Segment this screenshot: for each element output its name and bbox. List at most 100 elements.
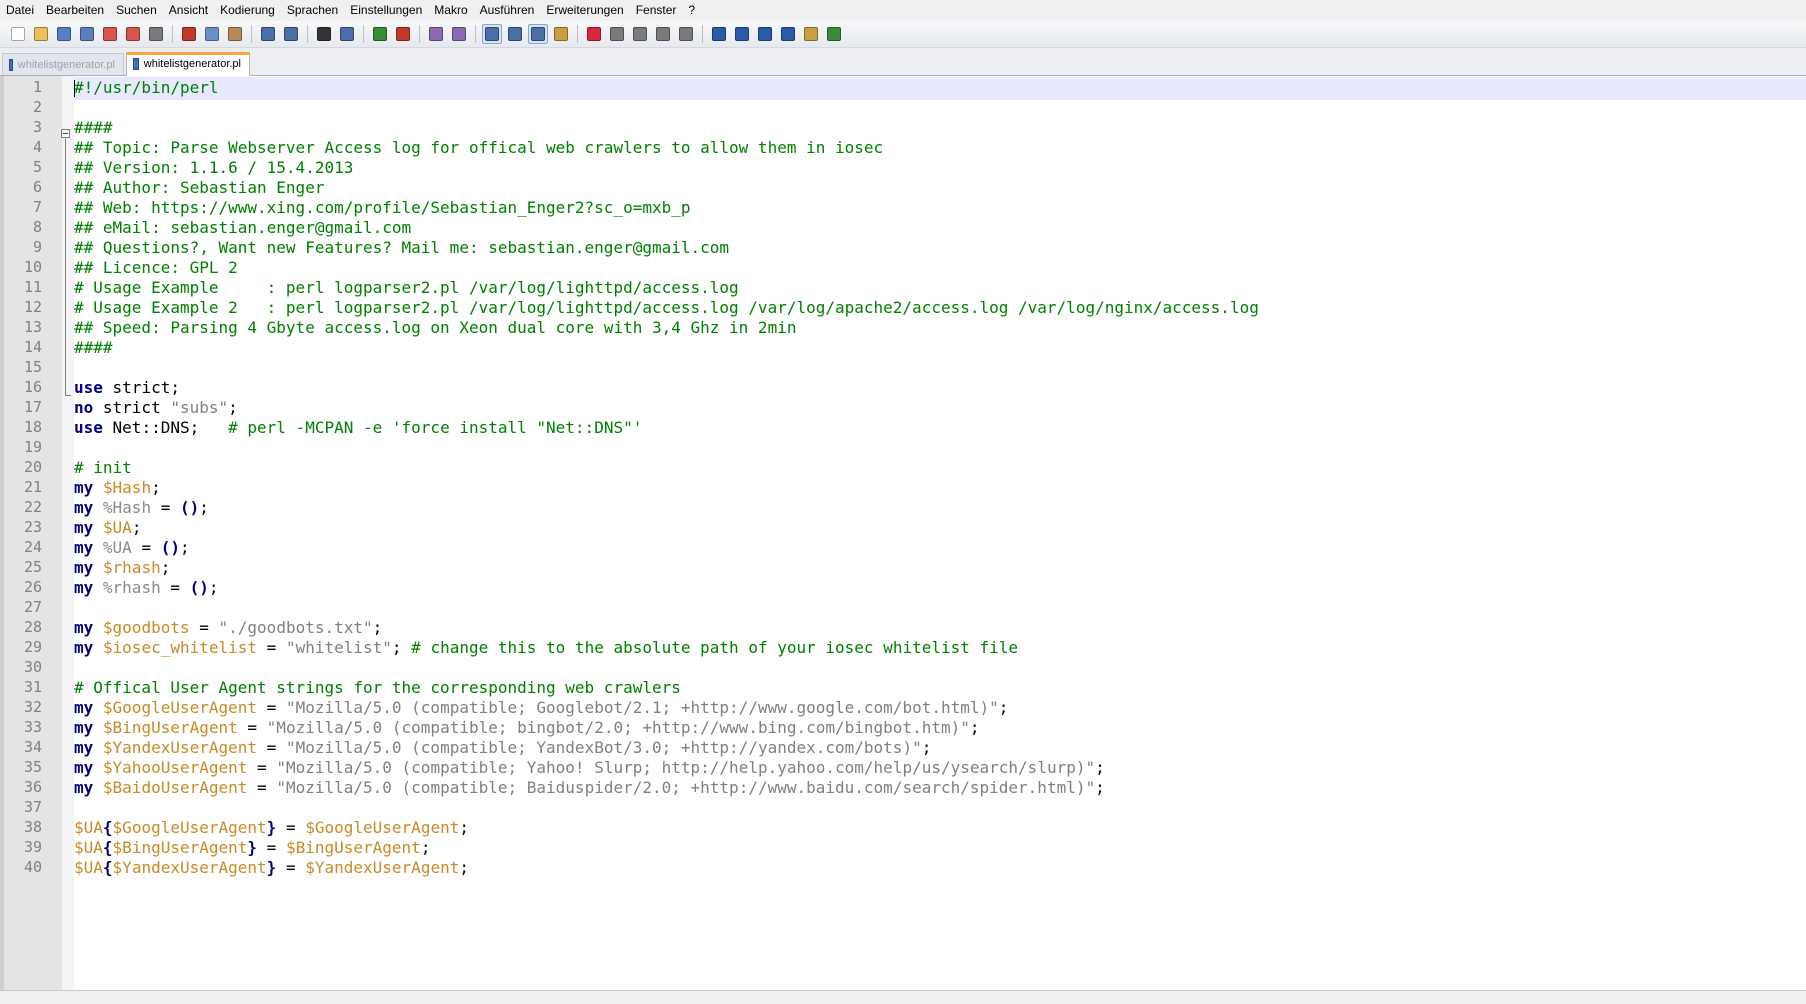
close-icon — [103, 27, 117, 41]
replace-button[interactable] — [337, 24, 357, 44]
code-editor[interactable]: 1 #!/usr/bin/perl 2 3 #### 4 ## Topic: Parse W… — [0, 76, 1806, 990]
open-file-button[interactable] — [31, 24, 51, 44]
toolbar-separator — [475, 25, 476, 43]
play-macro-button[interactable] — [630, 24, 650, 44]
undo-button[interactable] — [258, 24, 278, 44]
code-token: my — [74, 618, 94, 637]
tab-whitelistgenerator-inactive[interactable]: whitelistgenerator.pl — [2, 53, 124, 75]
code-token: = — [160, 578, 190, 597]
code-token: strict — [93, 398, 171, 417]
code-token: my — [74, 738, 94, 757]
close-all-button[interactable] — [123, 24, 143, 44]
code-token: ## Topic: Parse Webserver Access log for… — [74, 138, 884, 157]
run-macro-multiple-button[interactable] — [653, 24, 673, 44]
code-token: ## Web: https://www.xing.com/profile/Seb… — [74, 198, 691, 217]
code-token: my — [74, 638, 94, 657]
menu-item-fenster[interactable]: Fenster — [630, 0, 683, 21]
spell-check-icon — [827, 27, 841, 41]
user-defined-dialog-button[interactable] — [551, 24, 571, 44]
sort-button[interactable] — [778, 24, 798, 44]
code-token: "Mozilla/5.0 (compatible; bingbot/2.0; +… — [266, 718, 970, 737]
indent-guide-icon — [531, 27, 545, 41]
menu-item-makro[interactable]: Makro — [428, 0, 473, 21]
code-token: $BaidoUserAgent — [102, 778, 248, 797]
zoom-out-button[interactable] — [393, 24, 413, 44]
status-bar — [0, 990, 1806, 1004]
code-token: Net::DNS; — [102, 418, 229, 437]
menu-item-kodierung[interactable]: Kodierung — [214, 0, 281, 21]
zoom-in-button[interactable] — [370, 24, 390, 44]
code-token: = — [131, 538, 161, 557]
menu-item-sprachen[interactable]: Sprachen — [281, 0, 344, 21]
code-token: #### — [74, 338, 113, 357]
menu-item-ausf-hren[interactable]: Ausführen — [474, 0, 541, 21]
record-macro-button[interactable] — [584, 24, 604, 44]
document-map-button[interactable] — [801, 24, 821, 44]
menu-bar: Datei Bearbeiten Suchen Ansicht Kodierung Spr… — [0, 0, 1806, 21]
spell-check-button[interactable] — [824, 24, 844, 44]
code-token: = — [247, 778, 277, 797]
menu-item-bearbeiten[interactable]: Bearbeiten — [40, 0, 110, 21]
cut-button[interactable] — [179, 24, 199, 44]
fold-collapse-icon[interactable] — [61, 129, 70, 138]
tab-label: whitelistgenerator.pl — [143, 58, 241, 70]
code-token: ## Author: Sebastian Enger — [74, 178, 325, 197]
code-token: $UA — [102, 518, 132, 537]
code-token: = — [257, 738, 286, 757]
function-list-button[interactable] — [709, 24, 729, 44]
toolbar — [0, 21, 1806, 48]
sync-vertical-button[interactable] — [426, 24, 446, 44]
save-macro-button[interactable] — [676, 24, 696, 44]
code-token: my — [74, 718, 94, 737]
new-file-button[interactable] — [8, 24, 28, 44]
menu-item-ansicht[interactable]: Ansicht — [163, 0, 214, 21]
close-button[interactable] — [100, 24, 120, 44]
code-token: $GoogleUserAgent — [112, 818, 267, 837]
toolbar-separator — [702, 25, 703, 43]
move-up-icon — [735, 27, 749, 41]
stop-record-button[interactable] — [607, 24, 627, 44]
word-wrap-button[interactable] — [482, 24, 502, 44]
code-token: { — [102, 838, 113, 857]
move-up-button[interactable] — [732, 24, 752, 44]
tab-bar: whitelistgenerator.pl whitelistgenerator… — [0, 48, 1806, 76]
menu-item-datei[interactable]: Datei — [0, 0, 40, 21]
tab-whitelistgenerator-active[interactable]: whitelistgenerator.pl — [126, 52, 250, 76]
print-icon — [149, 27, 163, 41]
menu-item-suchen[interactable]: Suchen — [110, 0, 163, 21]
menu-item-einstellungen[interactable]: Einstellungen — [344, 0, 428, 21]
toolbar-separator — [172, 25, 173, 43]
paste-icon — [228, 27, 242, 41]
sort-icon — [781, 27, 795, 41]
code-token: ## Questions?, Want new Features? Mail m… — [74, 238, 730, 257]
redo-button[interactable] — [281, 24, 301, 44]
save-button[interactable] — [54, 24, 74, 44]
menu-item-erweiterungen[interactable]: Erweiterungen — [540, 0, 629, 21]
toolbar-separator — [363, 25, 364, 43]
find-button[interactable] — [314, 24, 334, 44]
code-token: ; — [179, 538, 190, 557]
code-token: #### — [74, 118, 113, 137]
code-token: ; — [208, 578, 219, 597]
save-all-button[interactable] — [77, 24, 97, 44]
record-macro-icon — [587, 27, 601, 41]
show-all-chars-button[interactable] — [505, 24, 525, 44]
code-token: $BingUserAgent — [102, 718, 238, 737]
code-token: } — [266, 858, 277, 877]
new-file-icon — [11, 27, 25, 41]
print-button[interactable] — [146, 24, 166, 44]
code-token: = — [257, 698, 286, 717]
sync-horizontal-button[interactable] — [449, 24, 469, 44]
paste-button[interactable] — [225, 24, 245, 44]
code-token: () — [179, 498, 200, 517]
indent-guide-button[interactable] — [528, 24, 548, 44]
move-down-button[interactable] — [755, 24, 775, 44]
code-token: %UA — [102, 538, 132, 557]
menu-item-help[interactable]: ? — [682, 0, 701, 21]
current-line-highlight — [74, 77, 1806, 100]
copy-button[interactable] — [202, 24, 222, 44]
